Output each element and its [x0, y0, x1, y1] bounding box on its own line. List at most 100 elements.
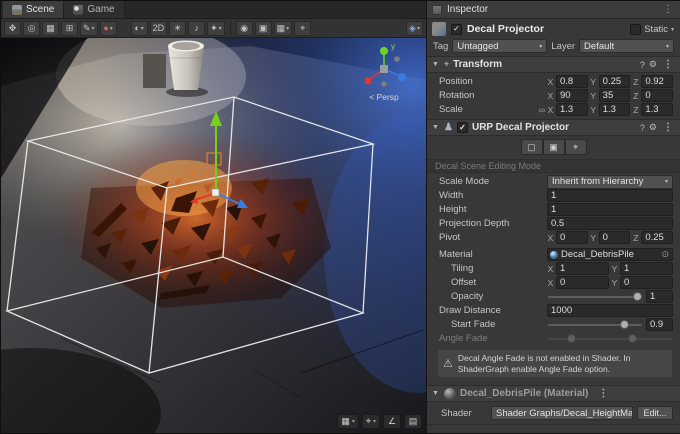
- material-object-field[interactable]: Decal_DebrisPile ⊙: [547, 248, 673, 261]
- z-axis-handle[interactable]: [398, 73, 406, 81]
- overlays-button[interactable]: ▤: [404, 414, 422, 429]
- transform-header[interactable]: ▼ ⌖ Transform ? ⚙ ⋮: [427, 56, 680, 73]
- lightbulb-icon: ☀: [174, 23, 182, 34]
- foldout-icon[interactable]: ▼: [432, 61, 440, 68]
- speaker-icon: ♪: [194, 23, 199, 33]
- shader-edit-button[interactable]: Edit...: [637, 406, 673, 420]
- slider-handle[interactable]: [633, 292, 642, 301]
- shaded-sphere-icon: ◐: [134, 23, 139, 33]
- inspector-menu-icon[interactable]: ⋮: [661, 4, 675, 15]
- x-axis-handle[interactable]: [365, 78, 372, 85]
- rows-icon: ▤: [409, 416, 418, 427]
- increment-snap-button[interactable]: ⊞: [61, 21, 78, 36]
- help-icon[interactable]: ?: [640, 60, 645, 70]
- foldout-icon[interactable]: ▼: [432, 390, 440, 397]
- projection-depth-field[interactable]: 0.5: [547, 217, 673, 230]
- chevron-down-icon: ▾: [665, 178, 668, 185]
- snap-settings-button[interactable]: ⌖▾: [362, 414, 380, 429]
- overlay-tool-button[interactable]: ●▾: [100, 21, 117, 36]
- tag-dropdown[interactable]: Untagged ▾: [452, 39, 547, 53]
- edit-scale-mode-button[interactable]: ▢: [521, 139, 543, 155]
- tiling-x-field[interactable]: 1: [556, 262, 609, 275]
- material-value: Decal_DebrisPile: [561, 249, 657, 260]
- y-axis-handle[interactable]: [380, 47, 388, 55]
- perspective-label[interactable]: < Persp: [369, 92, 399, 102]
- scale-z-field[interactable]: 1.3: [641, 103, 673, 116]
- scale-mode-dropdown[interactable]: Inherit from Hierarchy ▾: [547, 175, 673, 189]
- start-fade-value-field[interactable]: 0.9: [646, 318, 673, 331]
- scale-y-field[interactable]: 1.3: [599, 103, 631, 116]
- draw-distance-label: Draw Distance: [439, 305, 547, 316]
- gizmos-dropdown-button[interactable]: ◈▾: [406, 21, 423, 36]
- scene-visibility-toggle[interactable]: ◉: [236, 21, 253, 36]
- width-field[interactable]: 1: [547, 189, 673, 202]
- scale-x-field[interactable]: 1.3: [556, 103, 588, 116]
- grid-snap-button[interactable]: ▦: [42, 21, 59, 36]
- preset-icon[interactable]: ⚙: [649, 59, 657, 70]
- draw-distance-field[interactable]: 1000: [547, 304, 673, 317]
- orientation-gizmo-cube[interactable]: [380, 65, 388, 73]
- angle-snap-button[interactable]: ∠: [383, 414, 401, 429]
- transform-title: Transform: [453, 59, 502, 70]
- gameobject-name[interactable]: Decal Projector: [467, 23, 625, 35]
- preset-icon[interactable]: ⚙: [649, 122, 657, 133]
- object-picker-icon[interactable]: ⊙: [660, 249, 670, 260]
- negative-axis-handle[interactable]: [394, 56, 400, 62]
- gameobject-header: ✓ Decal Projector Static ▾: [427, 19, 680, 37]
- material-label: Material: [439, 249, 547, 260]
- offset-x-field[interactable]: 0: [556, 276, 609, 289]
- component-menu-icon[interactable]: ⋮: [661, 122, 675, 133]
- slider-handle[interactable]: [620, 320, 629, 329]
- paint-tool-button[interactable]: ✎▾: [80, 21, 98, 36]
- camera-settings-button[interactable]: ▣: [255, 21, 272, 36]
- component-enabled-checkbox[interactable]: ✓: [457, 122, 468, 133]
- chevron-down-icon: ▾: [352, 418, 355, 425]
- static-dropdown-icon[interactable]: ▾: [671, 26, 674, 33]
- negative-axis-handle[interactable]: [381, 81, 387, 87]
- opacity-slider[interactable]: [547, 290, 643, 303]
- help-icon[interactable]: ?: [640, 123, 645, 133]
- scene-lighting-toggle[interactable]: ☀: [169, 21, 186, 36]
- grid-visibility-button[interactable]: ▦▾: [274, 21, 293, 36]
- decal-projector-header[interactable]: ▼ ♟ ✓ URP Decal Projector ? ⚙ ⋮: [427, 119, 680, 136]
- position-z-field[interactable]: 0.92: [641, 75, 673, 88]
- edit-crop-mode-button[interactable]: ▣: [543, 139, 565, 155]
- rotation-y-field[interactable]: 35: [599, 89, 631, 102]
- pivot-x-field[interactable]: 0: [556, 231, 588, 244]
- pivot-mode-button[interactable]: ◎: [23, 21, 40, 36]
- grid-plane-button[interactable]: ▦▾: [337, 414, 359, 429]
- static-checkbox[interactable]: [630, 24, 641, 35]
- position-y-field[interactable]: 0.25: [599, 75, 631, 88]
- start-fade-slider[interactable]: [547, 318, 643, 331]
- rotation-x-field[interactable]: 90: [556, 89, 588, 102]
- material-editor-header[interactable]: ▼ Decal_DebrisPile (Material) ⋮: [427, 385, 680, 402]
- gizmo-center-handle[interactable]: [212, 189, 219, 196]
- gameobject-active-checkbox[interactable]: ✓: [451, 24, 462, 35]
- hand-tool-button[interactable]: ✥: [4, 21, 21, 36]
- tab-scene[interactable]: Scene: [3, 1, 64, 18]
- edit-pivot-mode-button[interactable]: ⌖: [565, 139, 587, 155]
- layer-dropdown[interactable]: Default ▾: [579, 39, 674, 53]
- component-menu-icon[interactable]: ⋮: [661, 59, 675, 70]
- foldout-icon[interactable]: ▼: [432, 124, 440, 131]
- material-menu-icon[interactable]: ⋮: [596, 388, 610, 399]
- opacity-value-field[interactable]: 1: [646, 290, 673, 303]
- measure-tool-button[interactable]: ⌖: [294, 21, 311, 36]
- 2d-toggle-button[interactable]: 2D: [150, 21, 168, 36]
- shading-mode-button[interactable]: ◐▾: [131, 21, 148, 36]
- effects-dropdown-button[interactable]: ✦▾: [207, 21, 225, 36]
- pivot-y-field[interactable]: 0: [599, 231, 631, 244]
- decal-projector-icon: ♟: [444, 122, 453, 133]
- scene-audio-toggle[interactable]: ♪: [188, 21, 205, 36]
- offset-y-field[interactable]: 0: [620, 276, 673, 289]
- scene-3d-canvas[interactable]: y < Persp: [1, 38, 426, 433]
- uniform-scale-link-icon[interactable]: ∞: [537, 105, 547, 115]
- rotation-z-field[interactable]: 0: [641, 89, 673, 102]
- pivot-z-field[interactable]: 0.25: [641, 231, 673, 244]
- scene-viewport[interactable]: y < Persp ▦▾ ⌖▾ ∠ ▤: [1, 38, 426, 433]
- tiling-y-field[interactable]: 1: [620, 262, 673, 275]
- position-x-field[interactable]: 0.8: [556, 75, 588, 88]
- shader-dropdown[interactable]: Shader Graphs/Decal_HeightMask ▾: [491, 406, 633, 420]
- height-field[interactable]: 1: [547, 203, 673, 216]
- tab-game[interactable]: Game: [64, 1, 124, 18]
